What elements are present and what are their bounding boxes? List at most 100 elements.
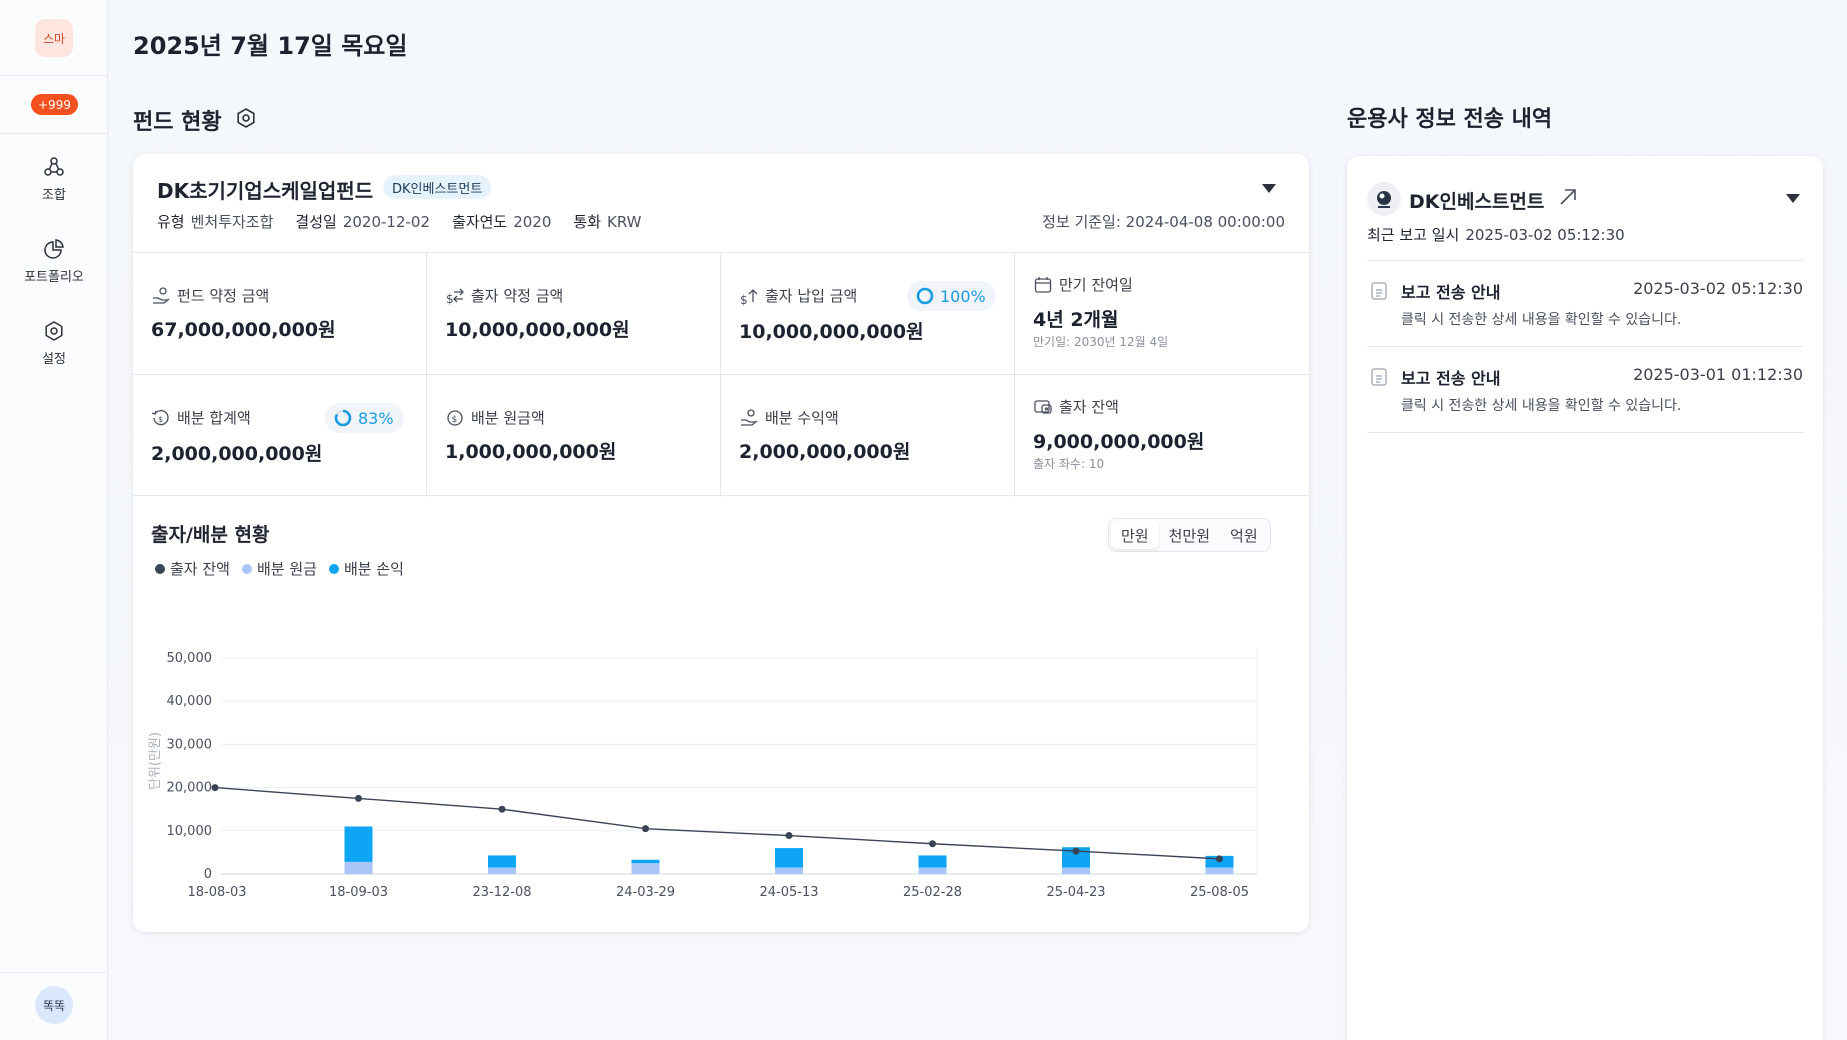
document-icon: [1371, 282, 1387, 300]
app-logo[interactable]: 스마: [35, 19, 73, 57]
calendar-icon: [1034, 276, 1052, 293]
sidebar-item-settings[interactable]: 설정: [0, 320, 108, 367]
legend-item-principal[interactable]: 배분 원금: [241, 558, 317, 579]
report-list-item[interactable]: 보고 전송 안내 2025-03-02 05:12:30 클릭 시 전송한 상세…: [1367, 260, 1803, 346]
cluster-icon: [44, 157, 64, 176]
bar-principal: [775, 867, 803, 874]
metric-balance: 출자 잔액 9,000,000,000원 출자 좌수: 10: [1033, 398, 1205, 471]
sidebar-item-portfolio[interactable]: 포트폴리오: [0, 238, 108, 285]
sidebar-item-label: 포트폴리오: [24, 270, 84, 285]
x-tick-label: 24-05-13: [759, 885, 818, 900]
fund-settings-gear-icon[interactable]: [235, 107, 257, 129]
fund-section-title: 펀드 현황: [133, 110, 222, 135]
report-list-item[interactable]: 보고 전송 안내 2025-03-01 01:12:30 클릭 시 전송한 상세…: [1367, 346, 1803, 432]
metric-maturity: 만기 잔여일 4년 2개월 만기일: 2030년 12월 4일: [1015, 253, 1309, 375]
unit-option-10k[interactable]: 만원: [1111, 521, 1159, 549]
gear-icon: [45, 321, 63, 341]
coin-icon: $: [447, 409, 463, 426]
bar-principal: [344, 861, 373, 874]
sidebar-item-cluster[interactable]: 조합: [0, 156, 108, 203]
metric-value: 2,000,000,000원: [151, 443, 323, 465]
bar-principal: [488, 867, 516, 874]
legend-item-profit[interactable]: 배분 손익: [328, 558, 404, 579]
balance-point: [355, 794, 362, 802]
document-icon: [1371, 368, 1387, 386]
manager-logo-icon: [1377, 191, 1391, 208]
balance-point: [1072, 847, 1080, 855]
balance-point: [498, 805, 506, 813]
metric-value: 2,000,000,000원: [739, 441, 911, 463]
dollar-up-icon: $: [740, 288, 758, 306]
user-avatar[interactable]: 똑똑: [35, 986, 73, 1024]
y-tick-label: 30,000: [167, 737, 213, 752]
external-link-arrow-icon[interactable]: [1557, 186, 1579, 208]
y-tick-label: 40,000: [167, 694, 213, 709]
bar-profit: [631, 859, 660, 864]
meta-currency: 통화 KRW: [573, 213, 642, 231]
notification-badge[interactable]: +999: [31, 94, 78, 115]
unit-option-100m[interactable]: 억원: [1220, 521, 1268, 549]
metric-value: 10,000,000,000원: [445, 319, 630, 341]
manager-dropdown-caret-icon[interactable]: [1786, 194, 1800, 203]
balance-units: 출자 좌수: 10: [1033, 457, 1105, 471]
report-list-divider: [1367, 432, 1803, 433]
metric-value: 9,000,000,000원: [1033, 431, 1205, 453]
hand-coins-icon: [153, 286, 170, 304]
wallet-icon: [1034, 399, 1052, 414]
maturity-date: 만기일: 2030년 12월 4일: [1033, 335, 1169, 349]
chart-title: 출자/배분 현황: [151, 524, 270, 546]
metric-distribution-total: $ 배분 합계액 83% 2,000,000,000원: [133, 375, 427, 497]
balance-point: [642, 825, 649, 833]
y-tick-label: 10,000: [167, 824, 213, 839]
bar-principal: [918, 867, 947, 874]
svg-text:$: $: [158, 415, 163, 424]
sidebar: 스마 +999 조합 포트폴리오 설정 똑똑: [0, 0, 108, 1040]
balance-point: [929, 840, 936, 848]
bar-principal: [631, 863, 660, 874]
info-reference-date: 정보 기준일: 2024-04-08 00:00:00: [1042, 213, 1285, 231]
y-axis-label: 단위(만원): [148, 732, 163, 790]
svg-text:$: $: [446, 292, 454, 306]
metric-value: 10,000,000,000원: [739, 321, 924, 343]
pie-chart-icon: [44, 239, 64, 259]
x-tick-label: 25-08-05: [1190, 885, 1249, 900]
metrics-grid: 펀드 약정 금액 67,000,000,000원 $ 출자 약정 금액 10,0…: [133, 252, 1309, 497]
sidebar-divider: [0, 75, 108, 76]
metric-paid-in: $ 출자 납입 금액 100% 10,000,000,000원: [721, 253, 1015, 375]
x-tick-label: 25-02-28: [903, 885, 962, 900]
x-tick-label: 24-03-29: [616, 885, 675, 900]
sidebar-divider: [0, 133, 108, 134]
bar-profit: [344, 826, 373, 862]
last-report: 최근 보고 일시 2025-03-02 05:12:30: [1367, 226, 1625, 244]
investment-distribution-chart: 0 10,000 20,000 30,000 40,000 50,000 단위(만원) 18-…: [148, 648, 1258, 900]
balance-point: [1216, 855, 1223, 863]
svg-text:$: $: [452, 415, 458, 425]
fund-dropdown-caret-icon[interactable]: [1262, 184, 1276, 193]
meta-type: 유형 벤처투자조합: [157, 213, 274, 231]
progress-ring-icon: [334, 409, 352, 427]
balance-point: [211, 784, 219, 792]
report-title: 보고 전송 안내: [1401, 369, 1501, 388]
x-tick-label: 23-12-08: [472, 885, 531, 900]
distribution-percent-badge: 83%: [325, 403, 404, 433]
fund-meta: 유형 벤처투자조합 결성일 2020-12-02 출자연도 2020 통화 KRW: [157, 211, 642, 232]
unit-segmented-control: 만원 천만원 억원: [1108, 518, 1271, 552]
bar-principal: [1062, 867, 1090, 874]
metric-distribution-principal: $ 배분 원금액 1,000,000,000원: [427, 375, 721, 497]
metric-lp-commitment: $ 출자 약정 금액 10,000,000,000원: [427, 253, 721, 375]
unit-option-10m[interactable]: 천만원: [1159, 521, 1220, 549]
x-tick-label: 18-09-03: [329, 885, 388, 900]
report-card: DK인베스트먼트 최근 보고 일시 2025-03-02 05:12:30 보고 …: [1347, 156, 1823, 1040]
metric-value: 4년 2개월: [1033, 309, 1119, 331]
y-tick-label: 50,000: [167, 651, 213, 666]
meta-investment-year: 출자연도 2020: [452, 213, 552, 231]
paid-in-percent-badge: 100%: [907, 281, 996, 311]
metric-value: 67,000,000,000원: [151, 319, 336, 341]
sidebar-item-label: 설정: [42, 352, 66, 367]
report-date: 2025-03-02 05:12:30: [1633, 279, 1803, 298]
legend-item-balance[interactable]: 출자 잔액: [155, 558, 230, 579]
metric-value: 1,000,000,000원: [445, 441, 617, 463]
metric-fund-commitment: 펀드 약정 금액 67,000,000,000원: [133, 253, 427, 375]
x-tick-label: 25-04-23: [1046, 885, 1105, 900]
manager-tag: DK인베스트먼트: [383, 175, 492, 199]
